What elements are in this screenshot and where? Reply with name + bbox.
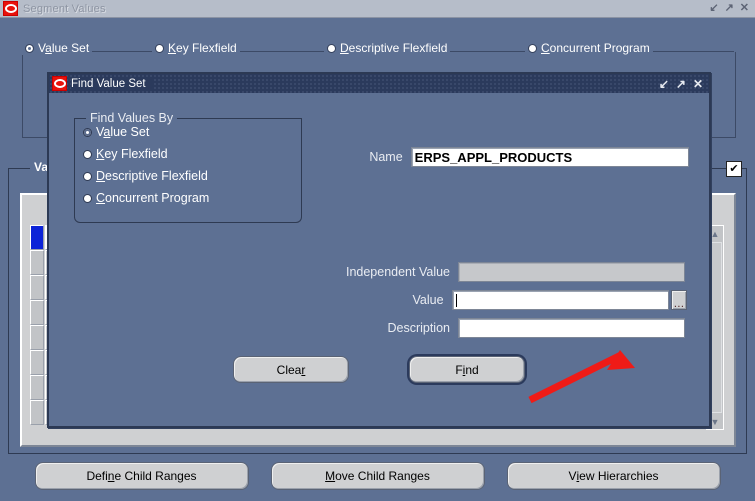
radio-label-key-flexfield: Key Flexfield: [168, 41, 237, 55]
find-values-by-group: Find Values By Value Set Key Flexfield D…: [74, 111, 302, 224]
minimize-icon[interactable]: ↙: [659, 78, 669, 90]
search-fields: Independent Value Value … Description: [307, 262, 687, 346]
option-label-key-flexfield: Key Flexfield: [96, 147, 168, 161]
radio-indicator-descriptive-flexfield: [83, 171, 92, 181]
value-label: Value: [412, 293, 444, 307]
option-label-value-set: Value Set: [96, 125, 150, 139]
name-label: Name: [369, 150, 403, 164]
page-title: Segment Values: [23, 2, 106, 15]
row-selector[interactable]: [30, 275, 44, 300]
option-value-set[interactable]: Value Set: [83, 125, 209, 139]
find-value-set-dialog: Find Value Set ↙ ↗ ✕ Find Values By Valu…: [47, 72, 711, 428]
radio-value-set[interactable]: Value Set: [22, 41, 93, 55]
radio-label-descriptive-flexfield: Descriptive Flexfield: [340, 41, 448, 55]
radio-indicator-value-set: [83, 127, 92, 137]
radio-indicator-concurrent-program: [528, 43, 537, 53]
row-selector[interactable]: [30, 300, 44, 325]
maximize-icon[interactable]: ↗: [676, 78, 686, 90]
radio-indicator-descriptive-flexfield: [327, 43, 336, 53]
independent-value-row: Independent Value: [307, 262, 687, 282]
radio-concurrent-program[interactable]: Concurrent Program: [525, 41, 653, 55]
minimize-icon[interactable]: ↙: [709, 3, 718, 14]
independent-value-label: Independent Value: [345, 265, 450, 279]
description-label: Description: [387, 321, 450, 335]
dialog-window-controls: ↙ ↗ ✕: [659, 78, 709, 90]
independent-value-input: [458, 262, 685, 282]
view-hierarchies-button[interactable]: Vi ew Hierarchies: [506, 462, 721, 490]
value-lov-button[interactable]: …: [670, 290, 687, 310]
close-icon[interactable]: ✕: [740, 3, 749, 14]
description-row: Description: [307, 318, 687, 338]
find-type-radio-group: Value Set Key Flexfield Descriptive Flex…: [22, 41, 734, 63]
description-input[interactable]: [458, 318, 685, 338]
maximize-icon[interactable]: ↗: [725, 3, 734, 14]
value-input[interactable]: [451, 290, 669, 310]
row-selector[interactable]: [30, 375, 44, 400]
name-input[interactable]: ERPS_APPL_PRODUCTS: [410, 147, 689, 167]
option-label-descriptive-flexfield: Descriptive Flexfield: [96, 169, 208, 183]
find-values-by-options: Value Set Key Flexfield Descriptive Flex…: [83, 125, 209, 205]
dialog-titlebar: Find Value Set ↙ ↗ ✕: [49, 74, 709, 93]
name-row: Name ERPS_APPL_PRODUCTS: [349, 147, 689, 167]
radio-key-flexfield[interactable]: Key Flexfield: [152, 41, 240, 55]
dialog-title: Find Value Set: [71, 77, 152, 90]
window-controls: ↙ ↗ ✕: [709, 3, 755, 14]
value-row: Value …: [307, 290, 687, 310]
window-titlebar: Segment Values ↙ ↗ ✕: [0, 0, 755, 18]
radio-label-value-set: Value Set: [38, 41, 90, 55]
radio-indicator-concurrent-program: [83, 193, 92, 203]
values-group-checkbox[interactable]: ✔: [726, 161, 742, 177]
close-icon[interactable]: ✕: [693, 78, 703, 90]
text-caret: [455, 293, 457, 307]
option-concurrent-program[interactable]: Concurrent Program: [83, 191, 209, 205]
radio-indicator-key-flexfield: [83, 149, 92, 159]
radio-label-concurrent-program: Concurrent Program: [541, 41, 650, 55]
define-child-ranges-button[interactable]: Defi n e Child Ranges: [34, 462, 249, 490]
row-selector[interactable]: [30, 325, 44, 350]
option-descriptive-flexfield[interactable]: Descriptive Flexfield: [83, 169, 209, 183]
application-window: Segment Values ↙ ↗ ✕ Value Set Key Flexf…: [0, 0, 755, 501]
oracle-logo-icon: [52, 76, 67, 91]
move-child-ranges-button[interactable]: Move Child Ranges: [270, 462, 485, 490]
find-button[interactable]: Fi nd: [409, 356, 525, 383]
bottom-button-bar: Defi n e Child Ranges Move Child Ranges Vi…: [0, 462, 755, 492]
row-selector[interactable]: [30, 225, 44, 250]
radio-descriptive-flexfield[interactable]: Descriptive Flexfield: [324, 41, 451, 55]
clear-button[interactable]: Clea r: [233, 356, 349, 383]
dialog-button-bar: Clea r Fi nd: [49, 356, 709, 383]
option-label-concurrent-program: Concurrent Program: [96, 191, 210, 205]
row-selector[interactable]: [30, 350, 44, 375]
row-selector[interactable]: [30, 400, 44, 425]
find-values-by-legend: Find Values By: [86, 111, 178, 125]
row-selector[interactable]: [30, 250, 44, 275]
oracle-logo-icon: [3, 1, 18, 16]
radio-indicator-value-set: [25, 43, 34, 53]
radio-indicator-key-flexfield: [155, 43, 164, 53]
option-key-flexfield[interactable]: Key Flexfield: [83, 147, 209, 161]
